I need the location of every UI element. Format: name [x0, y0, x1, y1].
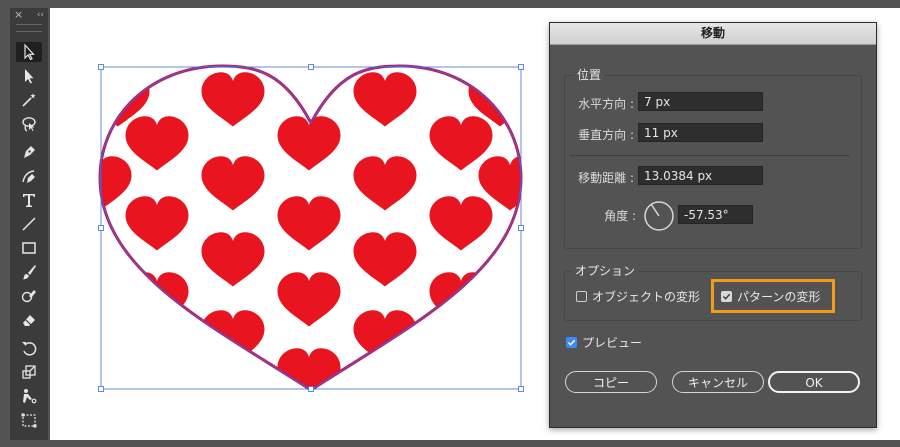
- distance-input[interactable]: 13.0384 px: [638, 166, 763, 185]
- preview-label: プレビュー: [582, 336, 643, 350]
- resize-handle[interactable]: [98, 386, 104, 392]
- pen-tool-icon[interactable]: [16, 142, 42, 162]
- vertical-input[interactable]: 11 px: [638, 123, 763, 142]
- position-group-label: 位置: [574, 66, 605, 83]
- transform-objects-checkbox[interactable]: オブジェクトの変形: [576, 288, 700, 305]
- paintbrush-tool-icon[interactable]: [16, 262, 42, 282]
- free-transform-tool-icon[interactable]: [16, 410, 42, 430]
- type-tool-icon[interactable]: [16, 190, 42, 210]
- magic-wand-tool-icon[interactable]: [16, 90, 42, 110]
- angle-label: 角度 :: [604, 209, 636, 223]
- preview-box[interactable]: [566, 337, 577, 348]
- resize-handle[interactable]: [308, 386, 314, 392]
- distance-label: 移動距離 :: [578, 171, 634, 185]
- resize-handle[interactable]: [518, 386, 524, 392]
- copy-button[interactable]: コピー: [565, 371, 657, 393]
- shaper-tool-icon[interactable]: [16, 286, 42, 306]
- horizontal-label: 水平方向 :: [578, 97, 634, 111]
- tools-panel: × ‹‹: [10, 8, 48, 440]
- transform-objects-label: オブジェクトの変形: [592, 290, 701, 304]
- eraser-tool-icon[interactable]: [16, 310, 42, 330]
- move-dialog: 移動 位置 水平方向 : 7 px 垂直方向 : 11 px 移動距離 : 13…: [549, 22, 877, 428]
- transform-objects-box[interactable]: [576, 291, 587, 302]
- collapse-panel-icon[interactable]: ‹‹: [37, 8, 44, 22]
- resize-handle[interactable]: [308, 64, 314, 70]
- preview-checkbox[interactable]: プレビュー: [566, 334, 642, 351]
- angle-input[interactable]: -57.53°: [678, 205, 753, 224]
- rotate-tool-icon[interactable]: [16, 338, 42, 358]
- line-segment-tool-icon[interactable]: [16, 214, 42, 234]
- cancel-button[interactable]: キャンセル: [672, 371, 764, 393]
- lasso-tool-icon[interactable]: [16, 114, 42, 134]
- resize-handle[interactable]: [98, 64, 104, 70]
- options-group-label: オプション: [572, 262, 639, 279]
- scale-tool-icon[interactable]: [16, 362, 42, 382]
- annotation-highlight: [711, 279, 835, 313]
- vertical-label: 垂直方向 :: [578, 128, 634, 142]
- position-separator: [570, 155, 850, 156]
- angle-dial-icon[interactable]: [643, 200, 675, 232]
- panel-grip[interactable]: [16, 24, 42, 32]
- dialog-title: 移動: [550, 23, 876, 45]
- close-panel-icon[interactable]: ×: [14, 8, 23, 22]
- puppet-warp-tool-icon[interactable]: [16, 386, 42, 406]
- horizontal-input[interactable]: 7 px: [638, 92, 763, 111]
- curvature-tool-icon[interactable]: [16, 166, 42, 186]
- resize-handle[interactable]: [518, 64, 524, 70]
- rectangle-tool-icon[interactable]: [16, 238, 42, 258]
- ok-button[interactable]: OK: [768, 371, 860, 393]
- resize-handle[interactable]: [98, 225, 104, 231]
- tools-panel-header: × ‹‹: [10, 8, 48, 22]
- resize-handle[interactable]: [518, 225, 524, 231]
- checkmark-icon: [567, 339, 576, 346]
- selection-tool-icon[interactable]: [16, 42, 42, 62]
- direct-selection-tool-icon[interactable]: [16, 66, 42, 86]
